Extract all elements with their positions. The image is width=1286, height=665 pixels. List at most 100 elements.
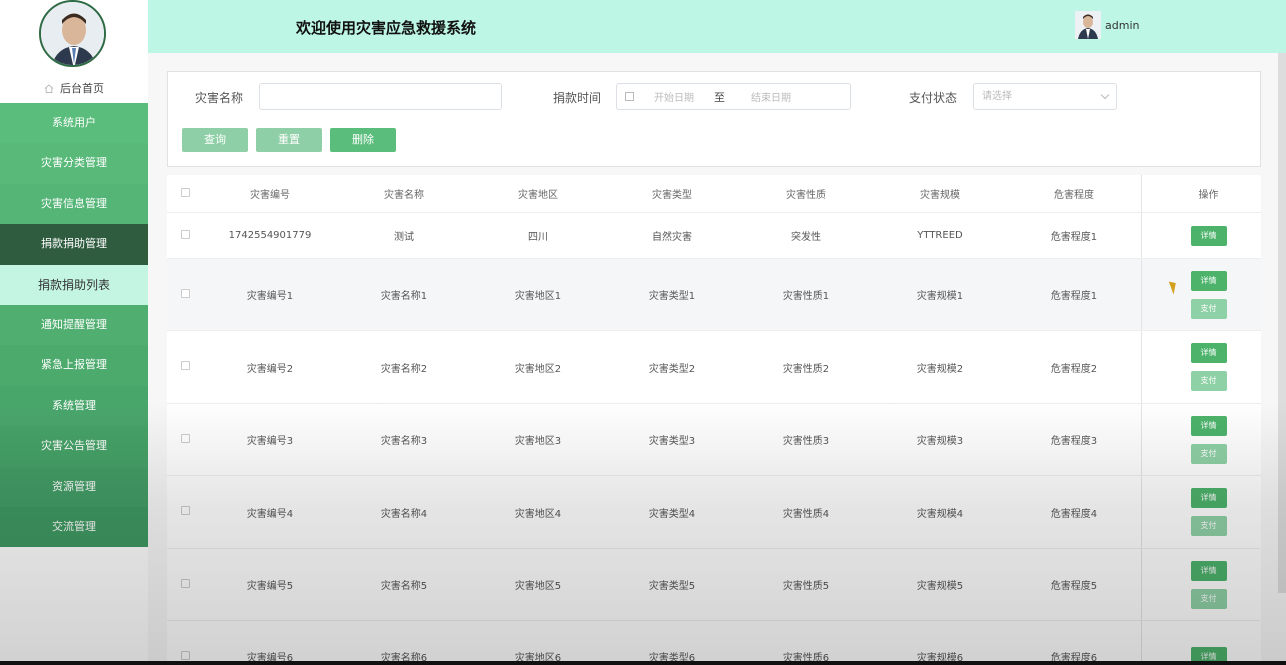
row-actions: 详情 支付 <box>1141 404 1275 475</box>
sidebar-item-1[interactable]: 灾害分类管理 <box>0 143 148 184</box>
table-row[interactable]: 灾害编号6 灾害名称6 灾害地区6 灾害类型6 灾害性质6 灾害规模6 危害程度6 详情 <box>167 621 1261 665</box>
select-all-cell <box>167 187 203 200</box>
table-row[interactable]: 灾害编号5 灾害名称5 灾害地区5 灾害类型5 灾害性质5 灾害规模5 危害程度5 详情 支付 <box>167 549 1261 621</box>
sidebar-item-10[interactable]: 交流管理 <box>0 506 148 548</box>
column-header-2: 灾害地区 <box>518 190 558 201</box>
pay-button[interactable]: 支付 <box>1190 443 1227 464</box>
row-checkbox[interactable] <box>180 650 190 660</box>
sidebar-item-0[interactable]: 系统用户 <box>0 103 148 144</box>
table-cell: 灾害规模4 <box>916 508 964 520</box>
table-row[interactable]: 1742554901779 测试 四川 自然灾害 突发性 YTTREED 危害程度1 详情 <box>167 213 1261 259</box>
detail-button[interactable]: 详情 <box>1190 225 1227 246</box>
table-cell: 灾害编号5 <box>246 581 294 592</box>
calendar-icon <box>625 92 634 101</box>
user-menu[interactable]: admin <box>1075 11 1139 39</box>
table-cell: 灾害性质4 <box>782 508 830 520</box>
donation-table: 灾害编号 灾害名称 灾害地区 灾害类型 灾害性质 灾害规模 危害程度 操作 174255490… <box>167 175 1261 665</box>
table-cell: 灾害名称4 <box>380 508 428 520</box>
table-row[interactable]: 灾害编号2 灾害名称2 灾害地区2 灾害类型2 灾害性质2 灾害规模2 危害程度2 详情 支付 <box>167 331 1261 404</box>
table-cell: 灾害编号1 <box>246 291 294 302</box>
home-link[interactable]: 后台首页 <box>0 80 148 96</box>
sidebar-item-8[interactable]: 灾害公告管理 <box>0 426 148 467</box>
detail-button[interactable]: 详情 <box>1190 415 1227 436</box>
column-header-1: 灾害名称 <box>384 190 424 201</box>
row-check-cell <box>167 506 203 518</box>
table-row[interactable]: 灾害编号3 灾害名称3 灾害地区3 灾害类型3 灾害性质3 灾害规模3 危害程度3 详情支付 <box>167 404 1261 476</box>
table-row[interactable]: 灾害编号1 灾害名称1 灾害地区1 灾害类型1 灾害性质1 灾害规模1 危害程度1 详情 支付 <box>167 259 1261 331</box>
table-row[interactable]: 灾害编号4 灾害名称4 灾害地区4 灾害类型4 灾害性质4 灾害规模4 危害程度4 详情 支付 <box>167 476 1261 549</box>
detail-button[interactable]: 详情 <box>1190 560 1227 581</box>
table-cell: 灾害编号3 <box>246 436 294 447</box>
table-cell: 危害程度2 <box>1050 363 1098 375</box>
range-separator: 至 <box>714 90 725 104</box>
table-cell: 灾害编号2 <box>246 363 294 375</box>
row-checkbox[interactable] <box>180 578 190 588</box>
sidebar: 后台首页 系统用户 灾害分类管理 灾害信息管理 捐款捐助管理 捐款捐助列表 通知提醒管理紧… <box>0 0 148 665</box>
user-avatar[interactable] <box>1075 11 1101 39</box>
reset-button[interactable]: 重置 <box>256 128 322 152</box>
table-cell: 灾害性质2 <box>782 363 830 375</box>
disaster-name-input[interactable] <box>259 83 502 110</box>
sidebar-item-9[interactable]: 资源管理 <box>0 466 148 507</box>
table-cell: 灾害规模3 <box>916 436 964 447</box>
table-cell: 灾害类型2 <box>648 363 696 375</box>
row-actions: 详情 支付 <box>1141 476 1275 548</box>
profile-avatar[interactable] <box>39 0 106 67</box>
pay-button[interactable]: 支付 <box>1190 516 1227 536</box>
sidebar-item-3[interactable]: 捐款捐助管理 <box>0 224 148 265</box>
pay-button[interactable]: 支付 <box>1190 298 1227 319</box>
detail-button[interactable]: 详情 <box>1190 270 1227 291</box>
table-cell: 灾害地区3 <box>514 436 562 447</box>
row-checkbox[interactable] <box>180 229 190 239</box>
row-check-cell <box>167 361 203 373</box>
table-cell: 突发性 <box>791 232 821 243</box>
row-check-cell <box>167 433 203 446</box>
table-cell: 危害程度5 <box>1050 581 1098 592</box>
table-cell: 灾害名称3 <box>380 436 428 447</box>
detail-button[interactable]: 详情 <box>1190 343 1227 363</box>
end-date-input[interactable]: 结束日期 <box>731 89 811 104</box>
column-header-7: 操作 <box>1141 175 1275 212</box>
page-scrollbar[interactable] <box>1278 53 1286 593</box>
table-cell: 四川 <box>528 232 548 243</box>
row-actions: 详情 <box>1141 621 1275 665</box>
row-checkbox[interactable] <box>180 288 190 298</box>
detail-button[interactable]: 详情 <box>1190 488 1227 508</box>
delete-button[interactable]: 删除 <box>330 128 396 152</box>
table-cell: 灾害类型1 <box>648 291 696 302</box>
row-checkbox[interactable] <box>180 433 190 443</box>
home-link-label: 后台首页 <box>60 82 104 95</box>
start-date-input[interactable]: 开始日期 <box>634 89 714 104</box>
query-button[interactable]: 查询 <box>182 128 248 152</box>
pay-button[interactable]: 支付 <box>1190 371 1227 391</box>
table-cell: 危害程度3 <box>1050 436 1098 447</box>
sidebar-item-2[interactable]: 灾害信息管理 <box>0 183 148 225</box>
table-cell: 危害程度4 <box>1050 508 1098 520</box>
table-cell: 1742554901779 <box>228 230 312 241</box>
select-all-checkbox[interactable] <box>180 187 190 197</box>
table-cell: 灾害规模5 <box>916 581 964 592</box>
row-checkbox[interactable] <box>180 361 190 370</box>
home-icon <box>44 83 54 93</box>
sidebar-item-6[interactable]: 紧急上报管理 <box>0 345 148 386</box>
row-actions: 详情 支付 <box>1141 259 1275 330</box>
table-cell: 灾害名称5 <box>380 581 428 592</box>
main-content: 灾害名称 捐款时间 开始日期 至 结束日期 支付状态 请选择 查询 重置 删除 … <box>148 53 1278 665</box>
table-cell: 灾害类型3 <box>648 436 696 447</box>
column-header-3: 灾害类型 <box>652 190 692 201</box>
sidebar-item-5[interactable]: 通知提醒管理 <box>0 304 148 346</box>
pay-button[interactable]: 支付 <box>1190 588 1227 609</box>
sidebar-item-7[interactable]: 系统管理 <box>0 385 148 427</box>
sidebar-item-4[interactable]: 捐款捐助列表 <box>0 264 148 305</box>
sidebar-profile: 后台首页 <box>0 0 148 103</box>
donation-date-range[interactable]: 开始日期 至 结束日期 <box>616 83 851 110</box>
pay-status-select[interactable]: 请选择 <box>973 83 1117 110</box>
column-header-4: 灾害性质 <box>786 190 826 201</box>
table-cell: 灾害性质3 <box>782 436 830 447</box>
row-checkbox[interactable] <box>180 506 190 515</box>
search-form: 灾害名称 捐款时间 开始日期 至 结束日期 支付状态 请选择 查询 重置 删除 <box>167 71 1261 167</box>
table-cell: 灾害地区5 <box>514 581 562 592</box>
page-title: 欢迎使用灾害应急救援系统 <box>296 19 477 37</box>
table-cell: 灾害地区4 <box>514 508 562 520</box>
row-check-cell <box>167 288 203 301</box>
